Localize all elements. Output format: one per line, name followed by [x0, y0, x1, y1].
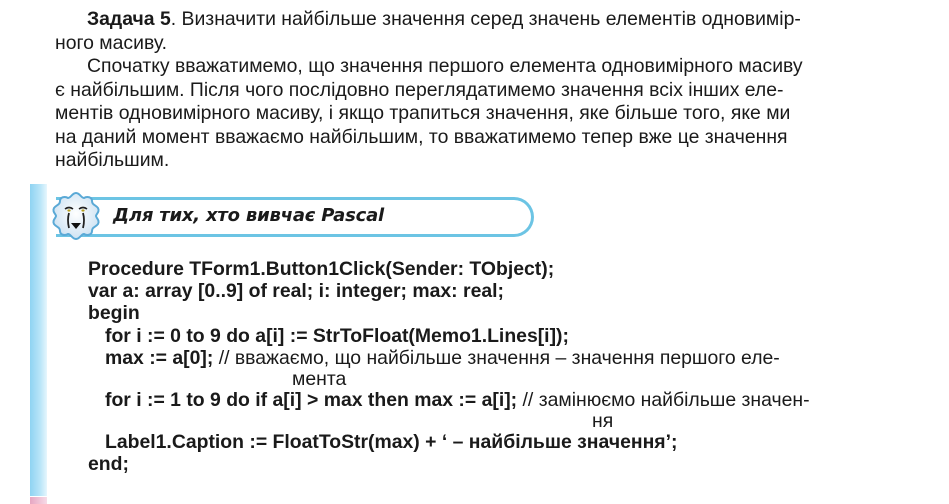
code-line: for i := 0 to 9 do a[i] := StrToFloat(Me… — [105, 324, 569, 347]
explanation-line: на даний момент вважаємо найбільшим, то … — [55, 125, 788, 148]
code-comment: // замінюємо найбільше значен- — [517, 389, 810, 412]
code-line-with-comment: max := a[0]; // вважаємо, що найбільше з… — [88, 347, 888, 369]
explanation-line: ментів одновимірного масиву, і якщо трап… — [55, 102, 791, 125]
task-paragraph: Задача 5. Визначити найбільше значення с… — [55, 8, 890, 55]
task-line-1: Задача 5. Визначити найбільше значення с… — [55, 8, 890, 32]
sidebar-stripe — [30, 184, 47, 496]
explanation-line: є найбільшим. Після чого послідовно пере… — [55, 78, 784, 101]
task-label: Задача 5 — [87, 8, 171, 30]
explanation-line: Спочатку вважатимемо, що значення першог… — [87, 55, 803, 77]
pink-marker — [30, 497, 47, 504]
code-comment: // вважаємо, що найбільше значення – зна… — [213, 346, 780, 369]
code-statement: for i := 1 to 9 do if a[i] > max then ma… — [105, 389, 518, 412]
task-text: . Визначити найбільше значення серед зна… — [170, 8, 801, 30]
code-comment-continuation: мента — [292, 368, 347, 391]
code-line: Label1.Caption := FloatToStr(max) + ‘ – … — [105, 431, 678, 454]
task-line-2: ного масиву. — [55, 31, 167, 54]
code-line: Procedure TForm1.Button1Click(Sender: TO… — [88, 258, 555, 280]
code-line: begin — [88, 302, 140, 325]
explanation-paragraph: Спочатку вважатимемо, що значення першог… — [55, 55, 890, 173]
code-line-with-comment: for i := 1 to 9 do if a[i] > max then ma… — [88, 389, 888, 411]
explanation-line: найбільшим. — [55, 149, 170, 172]
code-statement: max := a[0]; — [105, 346, 214, 369]
code-line: end; — [88, 453, 129, 476]
pascal-code-block: Procedure TForm1.Button1Click(Sender: TO… — [88, 258, 888, 476]
code-line: var a: array [0..9] of real; i: integer;… — [88, 280, 504, 303]
code-comment-continuation: ня — [592, 410, 614, 433]
banner-title: Для тих, хто вивчає Pascal — [113, 205, 384, 226]
lion-head-icon — [52, 191, 100, 241]
